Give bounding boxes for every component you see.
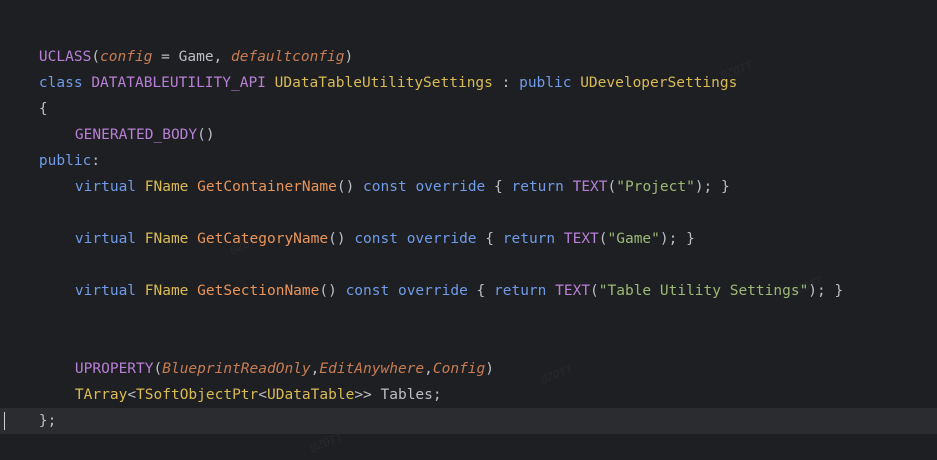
code-line-14[interactable]: TArray<TSoftObjectPtr<UDataTable>> Table… (40, 356, 442, 403)
keyword-token: public (519, 75, 581, 91)
type-token: TArray (74, 387, 128, 403)
plain-token: ( (607, 179, 617, 195)
code-line-13[interactable]: UPROPERTY(BlueprintReadOnly,EditAnywhere… (40, 330, 494, 377)
code-line-2[interactable]: class DATATABLEUTILITY_API UDataTableUti… (4, 44, 737, 91)
type-token: UDataTableUtilitySettings (274, 75, 493, 91)
plain-token: { (476, 283, 495, 299)
variable-token: Tables (380, 387, 433, 403)
code-line-5[interactable]: public: (4, 122, 100, 169)
keyword-token: return (502, 231, 564, 247)
code-line-3[interactable]: { (4, 70, 48, 117)
macro-token: TEXT (572, 179, 608, 195)
plain-token: < (258, 387, 267, 403)
type-token: FName (144, 231, 198, 247)
type-token: UDeveloperSettings (580, 75, 738, 91)
macro-token: TEXT (563, 231, 599, 247)
keyword-token: return (511, 179, 573, 195)
keyword-token: virtual (74, 179, 145, 195)
plain-token: { (494, 179, 512, 195)
paren-token: ) (485, 361, 494, 377)
paren-token: () (197, 127, 215, 143)
keyword-token: return (494, 283, 556, 299)
code-line-15[interactable]: }; (4, 382, 56, 429)
keyword-token: const (363, 179, 416, 195)
plain-token: < (127, 387, 137, 403)
type-token: TSoftObjectPtr (136, 387, 259, 403)
type-token: UDataTable (267, 387, 355, 403)
plain-token: : (492, 75, 520, 91)
macro-token: DATATABLEUTILITY_API (91, 75, 275, 91)
type-token: FName (144, 283, 198, 299)
plain-token: ; (432, 387, 442, 403)
current-line-highlight (0, 408, 937, 434)
plain-token: ); } (808, 283, 844, 299)
plain-token: () (319, 283, 346, 299)
code-line-8[interactable]: virtual FName GetCategoryName() const ov… (40, 200, 695, 247)
string-token: "Game" (607, 231, 660, 247)
macro-token: TEXT (555, 283, 591, 299)
code-line-4[interactable]: GENERATED_BODY() (40, 96, 215, 143)
code-line-6[interactable]: virtual FName GetContainerName() const o… (40, 148, 730, 195)
string-token: "Table Utility Settings" (598, 283, 809, 299)
plain-token: () (328, 231, 355, 247)
string-token: "Project" (616, 179, 695, 195)
keyword-token: override (415, 179, 495, 195)
watermark: @ZOTT (538, 362, 575, 387)
code-line-10[interactable]: virtual FName GetSectionName() const ove… (40, 252, 843, 299)
function-token: GetCategoryName (197, 231, 329, 247)
keyword-token: override (406, 231, 486, 247)
keyword-token: override (397, 283, 477, 299)
code-editor[interactable]: @ZOTT @ZOTT @ZOTT @ZOTT @ZOTT UCLASS(con… (0, 0, 937, 454)
keyword-token: const (345, 283, 398, 299)
plain-token: >> (354, 387, 381, 403)
plain-token: ); } (659, 231, 695, 247)
plain-token: ); } (694, 179, 730, 195)
function-token: GetSectionName (197, 283, 320, 299)
plain-token: () (336, 179, 364, 195)
plain-token: { (485, 231, 503, 247)
plain-token: ( (590, 283, 599, 299)
keyword-token: virtual (74, 231, 145, 247)
brace-token: }; (38, 413, 57, 429)
code-line-1[interactable]: UCLASS(config = Game, defaultconfig) (4, 18, 353, 65)
keyword-token: virtual (74, 283, 145, 299)
keyword-token: const (354, 231, 407, 247)
type-token: FName (144, 179, 198, 195)
plain-token: ( (598, 231, 608, 247)
function-token: GetContainerName (197, 179, 337, 195)
